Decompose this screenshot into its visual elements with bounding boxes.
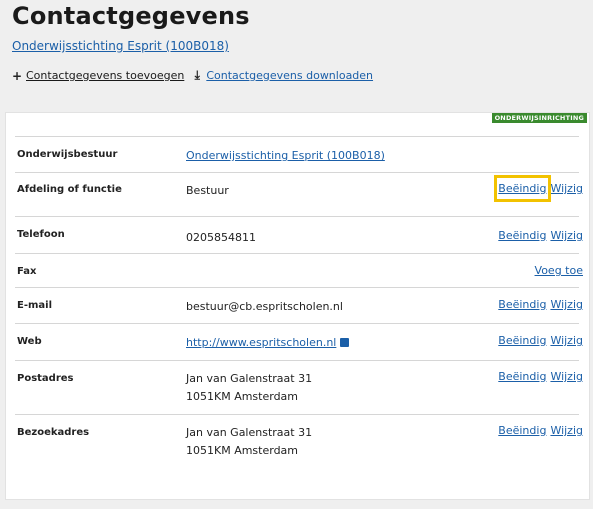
row-label: Postadres	[17, 373, 74, 384]
row-label: Fax	[17, 266, 37, 277]
edit-link[interactable]: Wijzig	[550, 334, 583, 347]
edit-link[interactable]: Wijzig	[550, 182, 583, 195]
row-label: Bezoekadres	[17, 427, 90, 438]
row-label: Afdeling of functie	[17, 184, 122, 195]
row-value: Onderwijsstichting Esprit (100B018)	[186, 147, 385, 165]
board-link[interactable]: Onderwijsstichting Esprit (100B018)	[186, 149, 385, 162]
table-row: E-mail bestuur@cb.espritscholen.nl Beëin…	[15, 287, 583, 323]
end-link[interactable]: Beëindig	[498, 424, 546, 437]
table-row: Telefoon 0205854811 Beëindig Wijzig	[15, 216, 583, 253]
end-link[interactable]: Beëindig	[498, 334, 546, 347]
address-line-1: Jan van Galenstraat 31	[186, 426, 313, 439]
end-link[interactable]: Beëindig	[498, 298, 546, 311]
row-value: Bestuur	[186, 184, 229, 197]
table-row: Bezoekadres Jan van Galenstraat 31 1051K…	[15, 414, 583, 474]
add-link[interactable]: Voeg toe	[535, 264, 583, 277]
row-label: Web	[17, 336, 42, 347]
row-value: Jan van Galenstraat 31 1051KM Amsterdam	[186, 424, 312, 460]
edit-link[interactable]: Wijzig	[550, 298, 583, 311]
address-line-1: Jan van Galenstraat 31	[186, 372, 313, 385]
row-value: Jan van Galenstraat 31 1051KM Amsterdam	[186, 370, 312, 406]
end-link[interactable]: Beëindig	[498, 229, 546, 242]
external-link-icon[interactable]	[340, 337, 350, 347]
type-badge: ONDERWIJSINRICHTING	[491, 113, 587, 123]
address-line-2: 1051KM Amsterdam	[186, 390, 299, 403]
page-title: Contactgegevens	[12, 2, 250, 30]
plus-icon: +	[12, 68, 23, 83]
table-row: Fax Voeg toe	[15, 253, 583, 287]
end-link[interactable]: Beëindig	[498, 370, 546, 383]
row-label: E-mail	[17, 300, 53, 311]
row-label: Onderwijsbestuur	[17, 149, 118, 160]
download-contact-button[interactable]: ⤓ Contactgegevens downloaden	[192, 68, 373, 83]
website-link[interactable]: http://www.espritscholen.nl	[186, 336, 336, 349]
contact-panel: ONDERWIJSINRICHTING Onderwijsbestuur Ond…	[5, 112, 590, 500]
add-contact-button[interactable]: + Contactgegevens toevoegen	[12, 69, 184, 83]
row-value: 0205854811	[186, 231, 256, 244]
table-row: Web http://www.espritscholen.nl Beëindig…	[15, 323, 583, 360]
action-bar: + Contactgegevens toevoegen ⤓ Contactgeg…	[12, 68, 381, 83]
table-row: Onderwijsbestuur Onderwijsstichting Espr…	[15, 136, 579, 172]
organisation-link[interactable]: Onderwijsstichting Esprit (100B018)	[12, 39, 229, 53]
row-value: http://www.espritscholen.nl	[186, 334, 350, 352]
row-value: bestuur@cb.espritscholen.nl	[186, 300, 343, 313]
download-icon: ⤓	[194, 68, 200, 82]
address-line-2: 1051KM Amsterdam	[186, 444, 299, 457]
table-row: Postadres Jan van Galenstraat 31 1051KM …	[15, 360, 583, 414]
focus-highlight	[494, 175, 551, 202]
download-contact-label: Contactgegevens downloaden	[206, 69, 374, 82]
edit-link[interactable]: Wijzig	[550, 229, 583, 242]
row-label: Telefoon	[17, 229, 65, 240]
edit-link[interactable]: Wijzig	[550, 370, 583, 383]
edit-link[interactable]: Wijzig	[550, 424, 583, 437]
add-contact-label: Contactgegevens toevoegen	[26, 69, 185, 82]
